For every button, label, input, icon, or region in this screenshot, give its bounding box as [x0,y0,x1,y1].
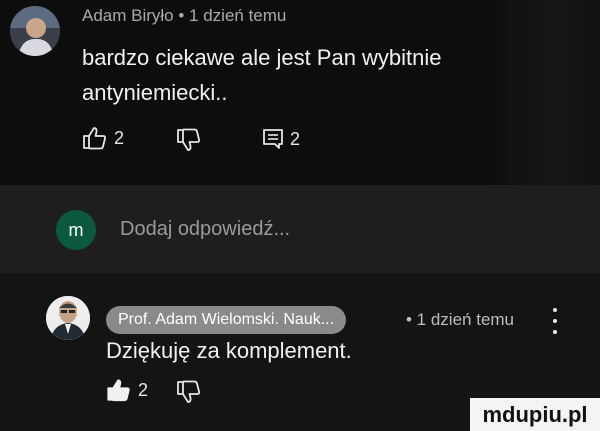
comment-text: bardzo ciekawe ale jest Pan wybitnie ant… [82,45,442,105]
like-button[interactable]: 2 [82,126,124,150]
more-options-icon[interactable] [548,308,562,334]
like-count: 2 [138,379,149,400]
avatar[interactable] [10,6,60,56]
thumbs-up-icon [83,127,106,150]
current-user-avatar: m [56,210,96,250]
dislike-button[interactable] [176,128,202,152]
thumbs-up-filled-icon [107,379,130,402]
reply-input[interactable]: Dodaj odpowiedź... [120,218,290,241]
thumbs-down-icon [177,128,200,151]
comment-meta: • 1 dzień temu [406,310,515,329]
user-avatar-image [10,6,60,56]
reply-count: 2 [290,128,301,149]
like-button[interactable]: 2 [106,378,148,402]
reply-text: Dziękuję za komplement. [106,338,352,363]
dislike-button[interactable] [176,380,202,404]
like-count: 2 [114,127,125,148]
comment-icon [263,129,283,149]
author-chip[interactable]: Prof. Adam Wielomski. Nauk... [106,306,347,334]
thumbs-down-icon [177,380,200,403]
reply-button[interactable]: 2 [262,128,300,150]
avatar-letter: m [68,219,84,240]
author-avatar-image [46,296,90,340]
watermark: mdupiu.pl [470,398,600,431]
comment-meta: Adam Biryło • 1 dzień temu [82,6,287,25]
author-avatar[interactable] [46,296,90,340]
